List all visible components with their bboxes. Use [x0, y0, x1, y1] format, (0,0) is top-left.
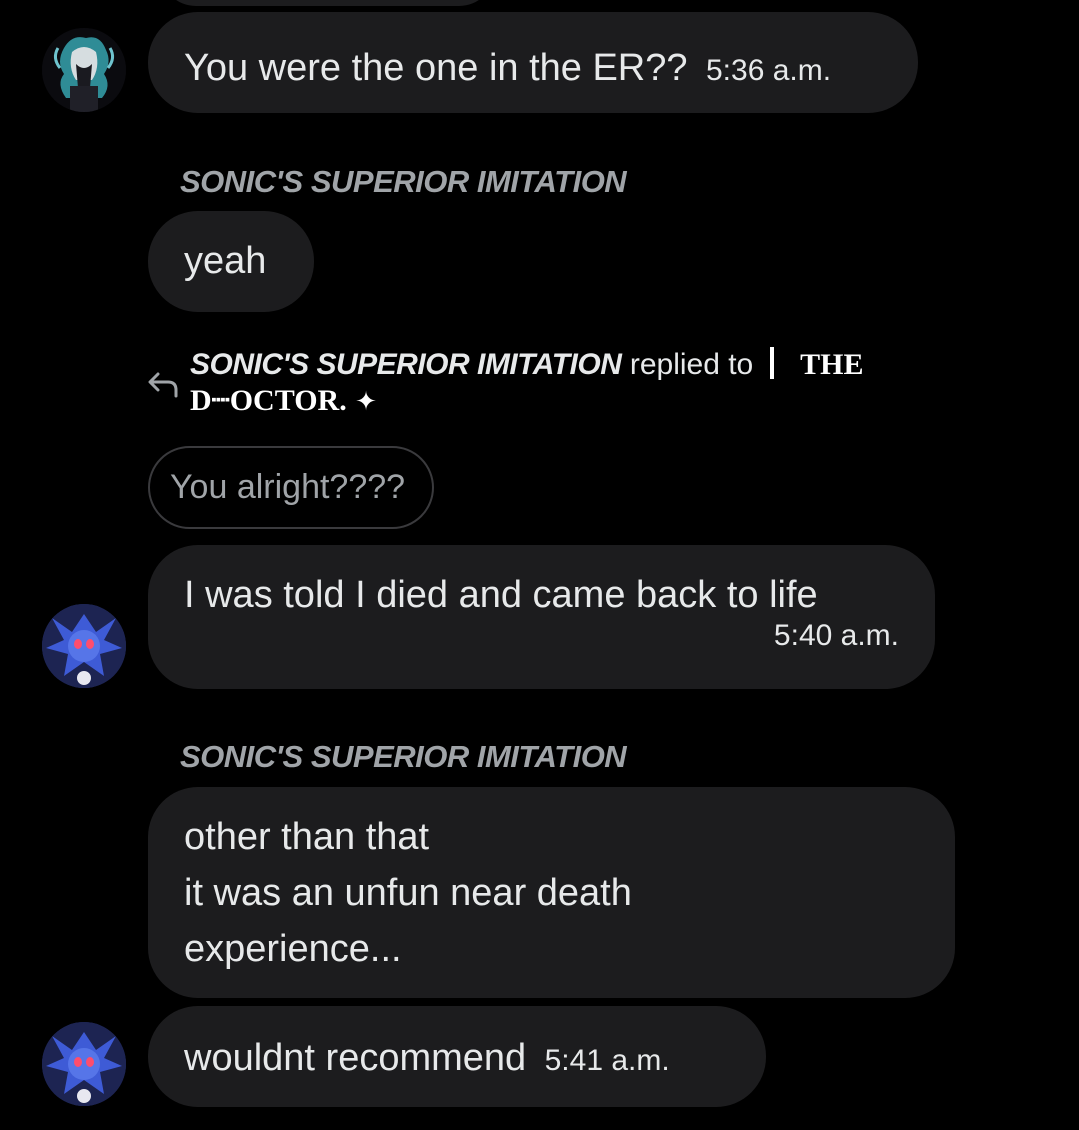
message-bubble[interactable]: I was told I died and came back to life …: [148, 545, 935, 689]
message-bubble[interactable]: You were the one in the ER?? 5:36 a.m.: [148, 12, 918, 113]
message-timestamp: 5:36 a.m.: [705, 54, 832, 87]
avatar-own-user[interactable]: [42, 1022, 126, 1106]
reply-header: SONIC'S SUPERIOR IMITATION replied to TH…: [146, 345, 946, 425]
avatar-other-user[interactable]: [42, 28, 126, 112]
reply-target-line1[interactable]: THE: [800, 348, 863, 381]
previous-bubble-edge: [160, 0, 495, 6]
quoted-message-bubble[interactable]: You alright????: [148, 446, 434, 529]
reply-target-symbol: ✦: [355, 386, 377, 416]
message-text: wouldnt recommend: [184, 1037, 527, 1079]
message-bubble[interactable]: yeah: [148, 211, 314, 312]
avatar-own-user[interactable]: [42, 604, 126, 688]
avatar-other-user-icon: [42, 28, 126, 112]
message-timestamp: 5:40 a.m.: [773, 619, 899, 652]
avatar-own-user-icon: [42, 1022, 126, 1106]
message-text: yeah: [184, 240, 267, 282]
message-bubble[interactable]: other than that it was an unfun near dea…: [148, 787, 955, 998]
reply-arrow-icon: [148, 372, 178, 398]
quoted-message-text: You alright????: [170, 468, 406, 506]
sender-name: SONIC'S SUPERIOR IMITATION: [180, 739, 627, 774]
message-bubble[interactable]: wouldnt recommend 5:41 a.m.: [148, 1006, 766, 1107]
message-text: I was told I died and came back to life: [184, 574, 818, 616]
message-text: You were the one in the ER??: [184, 47, 688, 89]
reply-verb: replied to: [629, 348, 754, 381]
reply-target-line2[interactable]: D┈OCTOR.: [190, 384, 347, 417]
message-timestamp: 5:41 a.m.: [544, 1044, 670, 1077]
message-text: other than that it was an unfun near dea…: [184, 816, 632, 970]
avatar-own-user-icon: [42, 604, 126, 688]
reply-target-bar: [769, 347, 774, 379]
reply-sender-name: SONIC'S SUPERIOR IMITATION: [190, 348, 622, 381]
sender-name: SONIC'S SUPERIOR IMITATION: [180, 164, 627, 199]
